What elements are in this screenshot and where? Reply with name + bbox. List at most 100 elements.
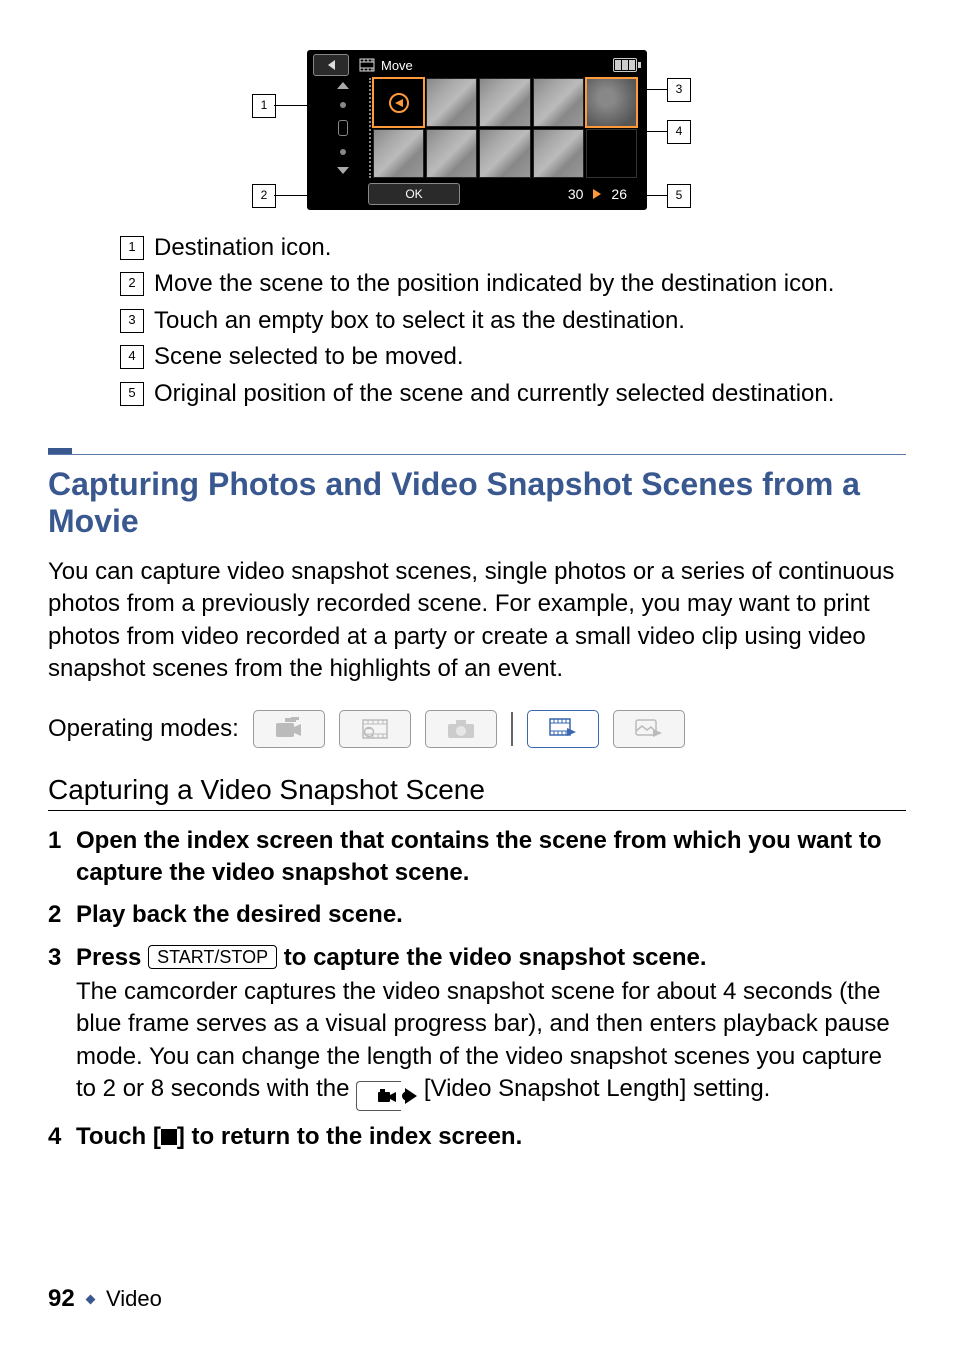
legend-item: 3 Touch an empty box to select it as the… [120,305,910,337]
destination-icon [388,92,410,114]
step3-before: Press [76,944,148,971]
camcorder-tab-icon [377,1088,397,1104]
step-2: 2 Play back the desired scene. [48,899,906,931]
footer-section: Video [106,1286,162,1311]
callout-2: 2 [252,184,276,208]
legend-item: 2 Move the scene to the position indicat… [120,268,910,300]
mode-photo-play [613,710,685,748]
scroll-dot-icon [340,149,346,155]
thumbnail-grid [317,78,637,178]
step-1: 1 Open the index screen that contains th… [48,825,906,890]
step-number: 4 [48,1121,76,1153]
legend-number: 3 [120,309,144,333]
operating-modes-row: Operating modes: [48,710,906,748]
battery-icon [613,58,641,72]
screen-footer: OK 30 26 [307,182,647,206]
scroll-down-icon [337,167,349,174]
callout-4: 4 [667,120,691,144]
section-intro: You can capture video snapshot scenes, s… [48,556,906,686]
legend-text: Original position of the scene and curre… [154,378,910,410]
page-number: 92 [48,1285,75,1312]
page: 1 2 3 4 5 [0,0,954,1345]
scroll-dot-icon [340,102,346,108]
step-number: 3 [48,942,76,1112]
screen-title: Move [381,58,413,73]
scene-thumb[interactable] [426,78,477,127]
step4-prefix: Touch [ [76,1123,161,1150]
step-description: The camcorder captures the video snapsho… [76,976,906,1111]
film-play-icon [549,718,577,740]
callout-3: 3 [667,78,691,102]
stop-icon [161,1129,177,1145]
start-stop-key: START/STOP [148,945,277,969]
callout-1: 1 [252,94,276,118]
position-indicator: 30 26 [568,186,627,202]
position-from: 30 [568,186,584,202]
legend-text: Touch an empty box to select it as the d… [154,305,910,337]
index-scrollbar[interactable] [317,78,371,178]
menu-path-icons [356,1081,417,1111]
screen-header: Move [307,54,647,76]
scene-thumb[interactable] [426,129,477,178]
step3-after: to capture the video snapshot scene. [284,944,707,971]
legend-item: 5 Original position of the scene and cur… [120,378,910,410]
scene-thumb[interactable] [373,129,424,178]
step-number: 1 [48,825,76,890]
film-icon [362,719,388,739]
destination-slot[interactable] [373,78,424,127]
photo-play-icon [635,719,663,739]
step-head: Open the index screen that contains the … [76,825,906,890]
step-3: 3 Press START/STOP to capture the video … [48,942,906,1112]
operating-modes-label: Operating modes: [48,715,239,743]
scene-thumb-selected[interactable] [586,78,637,127]
mode-separator [511,712,513,746]
footer-diamond-icon [85,1295,95,1305]
back-button[interactable] [313,54,349,76]
camera-screen: Move [307,50,647,210]
step-number: 2 [48,899,76,931]
step-4: 4 Touch [ ] to return to the index screen… [48,1121,906,1153]
step4-suffix: ] to return to the index screen. [177,1123,522,1150]
page-footer: 92 Video [48,1285,162,1313]
scroll-up-icon [337,82,349,89]
empty-slot[interactable] [586,129,637,178]
camera-icon [447,719,475,739]
move-figure: 1 2 3 4 5 [252,50,702,210]
legend-number: 4 [120,345,144,369]
ok-button[interactable]: OK [368,183,460,205]
legend-item: 1 Destination icon. [120,232,910,264]
back-arrow-icon [328,60,335,70]
section-title: Capturing Photos and Video Snapshot Scen… [48,466,906,540]
legend-number: 2 [120,272,144,296]
steps-list: 1 Open the index screen that contains th… [48,825,906,1154]
subheading: Capturing a Video Snapshot Scene [48,774,906,811]
mode-auto [253,710,325,748]
callout-5: 5 [667,184,691,208]
scene-thumb[interactable] [479,78,530,127]
mode-photo-rec [425,710,497,748]
legend-number: 5 [120,382,144,406]
legend-text: Scene selected to be moved. [154,341,910,373]
scene-thumb[interactable] [479,129,530,178]
mode-movie-play [527,710,599,748]
step-head: Touch [ ] to return to the index screen. [76,1121,906,1153]
legend-text: Move the scene to the position indicated… [154,268,910,300]
step-head: Press START/STOP to capture the video sn… [76,942,906,974]
chevron-right-icon [405,1088,417,1104]
arrow-right-icon [593,189,601,199]
section-divider [48,446,906,456]
scroll-knob-icon [338,120,348,136]
menu-tab-icon [356,1081,401,1111]
legend-number: 1 [120,236,144,260]
legend-item: 4 Scene selected to be moved. [120,341,910,373]
legend-text: Destination icon. [154,232,910,264]
step-head: Play back the desired scene. [76,899,906,931]
auto-icon [274,717,304,741]
step3-desc-suffix: [Video Snapshot Length] setting. [424,1075,771,1102]
position-to: 26 [611,186,627,202]
scene-thumb[interactable] [533,78,584,127]
movie-icon [359,58,375,72]
figure-legend: 1 Destination icon. 2 Move the scene to … [120,232,910,410]
scene-thumb[interactable] [533,129,584,178]
figure-wrapper: 1 2 3 4 5 [48,50,906,210]
